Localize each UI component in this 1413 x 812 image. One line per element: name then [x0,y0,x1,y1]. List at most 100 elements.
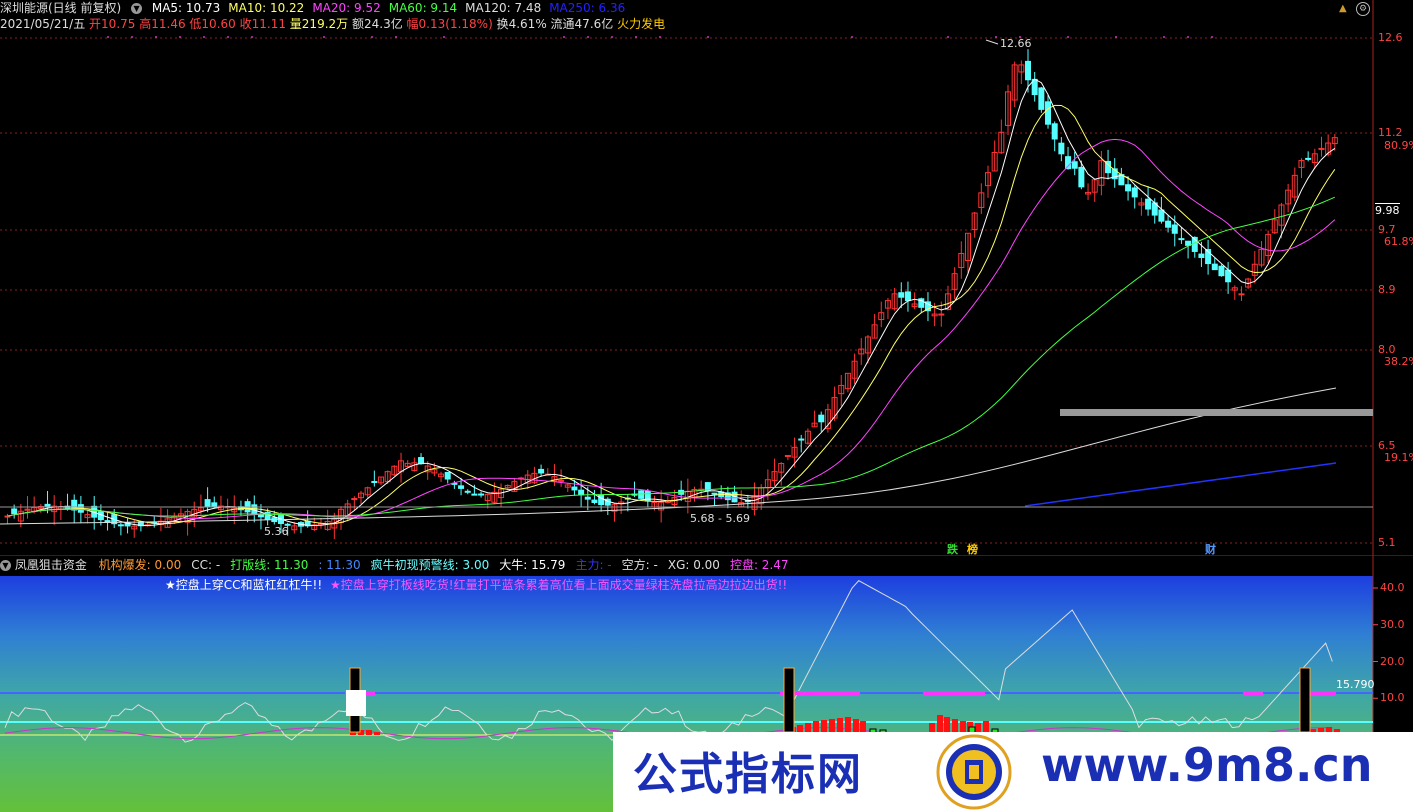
candle-body [464,490,471,493]
ma250-line [1024,462,1337,507]
price-tick: 11.2 [1378,126,1403,139]
signal-dot [635,36,637,38]
indicator-value: 主力: - [575,558,612,572]
candle-body [558,479,565,482]
pct-tick: 80.9% [1384,139,1413,152]
candle-body [1078,166,1085,188]
current-price-tag: 9.98 [1375,203,1400,217]
stock-name[interactable]: 深圳能源(日线 前复权) [0,1,121,15]
signal-dot [179,36,181,38]
signal-dot [395,36,397,38]
signal-dot [107,36,109,38]
candle-body [1158,209,1165,222]
ma-legend-item: MA5: 10.73 [151,1,221,15]
indicator-current-value: 15.790 [1336,678,1375,691]
candle-body [711,492,718,495]
turnover-value: 换4.61% [496,17,547,31]
ma-line [7,104,1336,525]
indicator-value: 打版线: 11.30 [230,558,309,572]
indicator-value: CC: - [191,558,221,572]
signal-dot [851,36,853,38]
open-value: 开10.75 [89,17,136,31]
watermark-banner: 公式指标网 www.9m8.cn [613,732,1413,812]
ma-legend-item: MA60: 9.14 [388,1,458,15]
triangle-up-icon[interactable]: ▲ [1339,3,1347,14]
high-annotation: 12.66 [1000,37,1032,50]
volume-value: 量219.2万 [289,17,349,31]
float-value: 流通47.6亿 [550,17,614,31]
price-tick: 12.6 [1378,31,1403,44]
candle-body [638,490,645,499]
candle-body [11,508,18,515]
signal-dot [371,36,373,38]
candle-body [1025,60,1032,81]
event-tag[interactable]: 榜 [967,542,978,556]
sector-value[interactable]: 火力发电 [617,17,665,31]
watermark-logo-icon [936,734,1012,810]
indicator-value: XG: 0.00 [667,558,720,572]
signal-dot [659,36,661,38]
chevron-down-icon[interactable]: ▼ [131,3,143,14]
indicator-header: ▼ 凤凰狙击资金 机构爆发: 0.00 CC: - 打版线: 11.30: 11.3… [0,557,799,573]
pct-tick: 19.1% [1384,451,1413,464]
candle-body [571,486,578,491]
ma120-line [0,387,1337,525]
indicator-tick: 20.0 [1380,654,1405,668]
pct-tick: 61.8% [1384,235,1413,248]
white-block [346,690,366,716]
signal-dot [947,36,949,38]
signal-dot [155,36,157,38]
signal-dot [1187,36,1189,38]
indicator-tick: 40.0 [1380,581,1405,594]
indicator-value: 大牛: 15.79 [499,558,566,572]
candle-body [818,414,825,423]
price-tick: 8.9 [1378,283,1396,296]
candle-body [351,498,358,501]
high-value: 高11.46 [139,17,186,31]
gear-icon[interactable]: ⚙ [1356,2,1370,16]
price-tick: 5.1 [1378,536,1396,549]
candle-body [584,496,591,500]
candle-body [471,493,478,496]
candle-body [1131,187,1138,198]
candle-body [44,503,51,507]
chevron-down-icon[interactable]: ▼ [0,560,11,571]
candle-body [1305,157,1312,160]
signal-dot [131,36,133,38]
low-value: 低10.60 [189,17,236,31]
price-chart[interactable]: 12.66 5.36 5.68 - 5.69 跌榜 财 [0,0,1413,556]
signal-dot [323,36,325,38]
indicator-tick: 30.0 [1380,617,1405,631]
bar-date: 2021/05/21/五 [0,17,86,31]
candle-body [458,485,465,489]
candle-body [938,313,945,316]
candle-body [1171,224,1178,234]
candle-body [1045,101,1052,125]
candle-body [1071,161,1078,169]
candle-body [1318,147,1325,150]
ma-line [7,196,1336,517]
gray-bar [1060,409,1373,416]
event-tag[interactable]: 财 [1204,542,1216,556]
stock-header: 深圳能源(日线 前复权) ▼ MA5: 10.73 MA10: 10.22 MA20… [0,0,633,16]
candle-body [1145,198,1152,210]
change-value: 幅0.13(1.18%) [406,17,493,31]
candle-body [371,481,378,484]
candle-body [538,468,545,474]
signal-dot [227,36,229,38]
signal-dot [1211,36,1213,38]
signal-dot [1067,36,1069,38]
candle-body [117,524,124,527]
indicator-value: 空方: - [621,558,658,572]
event-tag[interactable]: 跌 [947,542,959,556]
indicator-name[interactable]: 凤凰狙击资金 [15,558,87,572]
ma-legend-item: MA20: 9.52 [312,1,381,15]
ma-legend-item: MA250: 6.36 [549,1,626,15]
volume-bar [366,730,372,735]
indicator-tick: 10.0 [1380,691,1405,705]
ma-legend-item: MA120: 7.48 [465,1,542,15]
indicator-value: 疯牛初现预警线: 3.00 [370,558,490,572]
signal-dot [563,36,565,38]
institution-bar [1299,667,1311,733]
candle-body [1038,87,1045,110]
